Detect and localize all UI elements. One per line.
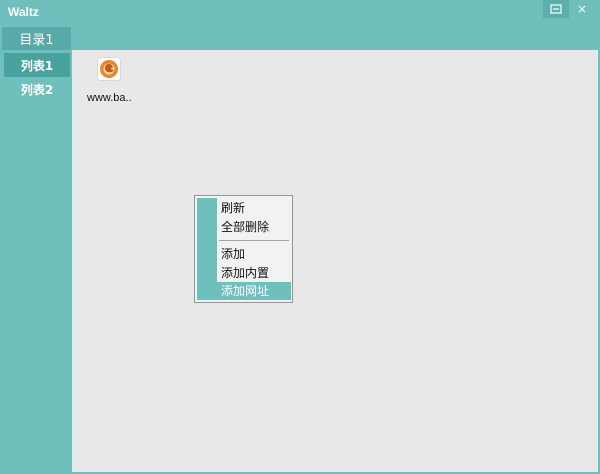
browser-shortcut-icon xyxy=(97,57,121,81)
file-name: www.ba.. xyxy=(87,92,132,104)
menu-item-add-url[interactable]: 添加网址 xyxy=(217,282,291,300)
sidebar-item-label: 列表2 xyxy=(20,82,54,97)
menu-item-add[interactable]: 添加 xyxy=(217,245,291,263)
file-item[interactable]: www.ba.. xyxy=(84,54,144,106)
restore-button[interactable] xyxy=(543,0,569,18)
context-menu: 刷新 全部删除 添加 添加内置 添加网址 xyxy=(194,195,293,303)
menu-separator xyxy=(219,240,289,241)
title-bar: Waltz × xyxy=(0,0,600,26)
sidebar-item-list-1[interactable]: 列表1 xyxy=(4,53,70,77)
close-icon: × xyxy=(576,2,588,16)
menu-item-refresh[interactable]: 刷新 xyxy=(217,199,291,217)
sidebar-item-list-2[interactable]: 列表2 xyxy=(4,77,70,101)
content-area: www.ba.. xyxy=(72,50,598,472)
sidebar-item-label: 列表1 xyxy=(20,58,54,73)
restore-icon xyxy=(550,4,562,14)
window-title: Waltz xyxy=(8,5,39,19)
context-menu-gutter xyxy=(197,198,217,300)
app-window: Waltz × 目录1 列表1 列表2 www.ba.. 刷新 全部删除 添加 … xyxy=(0,0,600,474)
menu-item-delete-all[interactable]: 全部删除 xyxy=(217,218,291,236)
menu-item-add-builtin[interactable]: 添加内置 xyxy=(217,264,291,282)
tab-directory-1[interactable]: 目录1 xyxy=(2,27,71,50)
tab-directory-label: 目录1 xyxy=(19,33,54,48)
close-button[interactable]: × xyxy=(569,0,595,18)
sidebar: 列表1 列表2 xyxy=(0,50,72,474)
